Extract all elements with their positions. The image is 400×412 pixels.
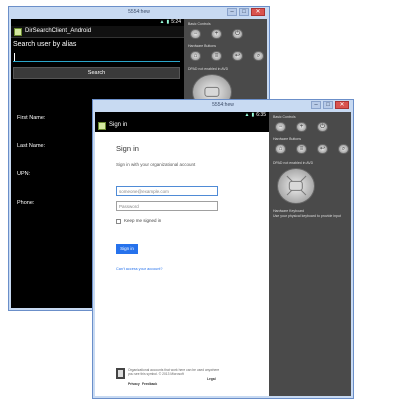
front-status-time: 6:35	[256, 112, 266, 118]
minimize-icon[interactable]: –	[311, 101, 321, 109]
front-dpad-label: DPAD not enabled in AVD	[273, 161, 314, 165]
home-icon[interactable]: ⌂	[190, 51, 201, 61]
front-window-body: ▲ ▮ 6:35 Sign in Sign in Sign in with your…	[95, 112, 351, 396]
sign-in-title: Sign in	[116, 144, 139, 153]
back-dpad-label: DPAD not enabled in AVD	[188, 67, 229, 71]
back-status-time: 5:24	[171, 19, 181, 25]
front-status-bar: ▲ ▮ 6:35	[95, 112, 269, 119]
back-status-bar: ▲ ▮ 5:24	[11, 19, 184, 26]
front-hardware-buttons-label: Hardware Buttons	[273, 137, 302, 141]
home-icon[interactable]: ⌂	[275, 144, 286, 154]
signal-icon: ▲	[159, 19, 165, 25]
search-icon[interactable]: ⌕	[253, 51, 264, 61]
footer-link-privacy[interactable]: Privacy	[128, 382, 140, 386]
upn-label: UPN:	[17, 171, 31, 177]
front-controls-panel: Basic Controls − + ⏻ Hardware Buttons ⌂ …	[269, 112, 351, 396]
front-app-title: Sign in	[109, 122, 128, 128]
text-caret	[14, 53, 15, 61]
hardware-keyboard-hint: Use your physical keyboard to provide in…	[273, 214, 341, 218]
volume-down-icon[interactable]: −	[275, 122, 286, 132]
back-hardware-buttons-label: Hardware Buttons	[188, 44, 217, 48]
sign-in-subtitle: Sign in with your organizational account	[116, 162, 196, 167]
sign-in-page: Sign in Sign in with your organizational…	[95, 132, 269, 396]
front-window-titlebar[interactable]: 5554:hew – □ ✕	[93, 100, 353, 112]
keep-signed-in-label: Keep me signed in	[124, 218, 162, 223]
front-action-bar: Sign in	[95, 119, 269, 132]
volume-up-icon[interactable]: +	[211, 29, 222, 39]
dpad-center-button[interactable]	[288, 180, 304, 192]
signal-icon: ▲	[244, 112, 250, 118]
dpad-control[interactable]	[277, 168, 315, 204]
power-icon[interactable]: ⏻	[317, 122, 328, 132]
app-launcher-icon	[98, 122, 106, 130]
menu-icon[interactable]: ≡	[296, 144, 307, 154]
battery-icon: ▮	[251, 112, 255, 118]
minimize-icon[interactable]: –	[227, 8, 237, 16]
search-button[interactable]: Search	[13, 67, 180, 79]
footer-link-feedback[interactable]: Feedback	[142, 382, 157, 386]
last-name-label: Last Name:	[17, 143, 46, 149]
battery-icon: ▮	[166, 19, 170, 25]
back-icon[interactable]: ↩	[317, 144, 328, 154]
back-window-titlebar[interactable]: 5554:hew – □ ✕	[9, 7, 269, 19]
first-name-label: First Name:	[17, 115, 46, 121]
sign-in-button[interactable]: Sign in	[116, 244, 138, 254]
password-field[interactable]	[116, 201, 218, 211]
back-action-bar: DirSearchClient_Android	[11, 26, 184, 38]
menu-icon[interactable]: ≡	[211, 51, 222, 61]
close-icon[interactable]: ✕	[251, 8, 265, 16]
search-heading: Search user by alias	[13, 41, 77, 48]
front-basic-controls-label: Basic Controls	[273, 115, 296, 119]
close-icon[interactable]: ✕	[335, 101, 349, 109]
back-app-title: DirSearchClient_Android	[25, 28, 92, 34]
cant-access-account-link[interactable]: Can't access your account?	[116, 267, 163, 271]
search-icon[interactable]: ⌕	[338, 144, 349, 154]
back-basic-controls-label: Basic Controls	[188, 22, 211, 26]
power-icon[interactable]: ⏻	[232, 29, 243, 39]
email-field[interactable]	[116, 186, 218, 196]
maximize-icon[interactable]: □	[239, 8, 249, 16]
front-emulator-window: 5554:hew – □ ✕ ▲ ▮ 6:35 Sign in Sign in Si…	[92, 99, 354, 399]
maximize-icon[interactable]: □	[323, 101, 333, 109]
volume-down-icon[interactable]: −	[190, 29, 201, 39]
volume-up-icon[interactable]: +	[296, 122, 307, 132]
keep-signed-in-checkbox[interactable]	[116, 219, 121, 224]
footer-link-legal[interactable]: Legal	[207, 377, 216, 381]
front-device-screen: ▲ ▮ 6:35 Sign in Sign in Sign in with your…	[95, 112, 269, 396]
alias-search-input[interactable]	[13, 52, 180, 62]
phone-label: Phone:	[17, 200, 35, 206]
dpad-center-button[interactable]	[204, 86, 220, 98]
back-icon[interactable]: ↩	[232, 51, 243, 61]
hardware-keyboard-label: Hardware Keyboard	[273, 209, 305, 213]
organizational-account-icon	[116, 368, 125, 379]
app-launcher-icon	[14, 28, 22, 36]
footer-text: Organizational accounts that work here c…	[128, 368, 220, 377]
